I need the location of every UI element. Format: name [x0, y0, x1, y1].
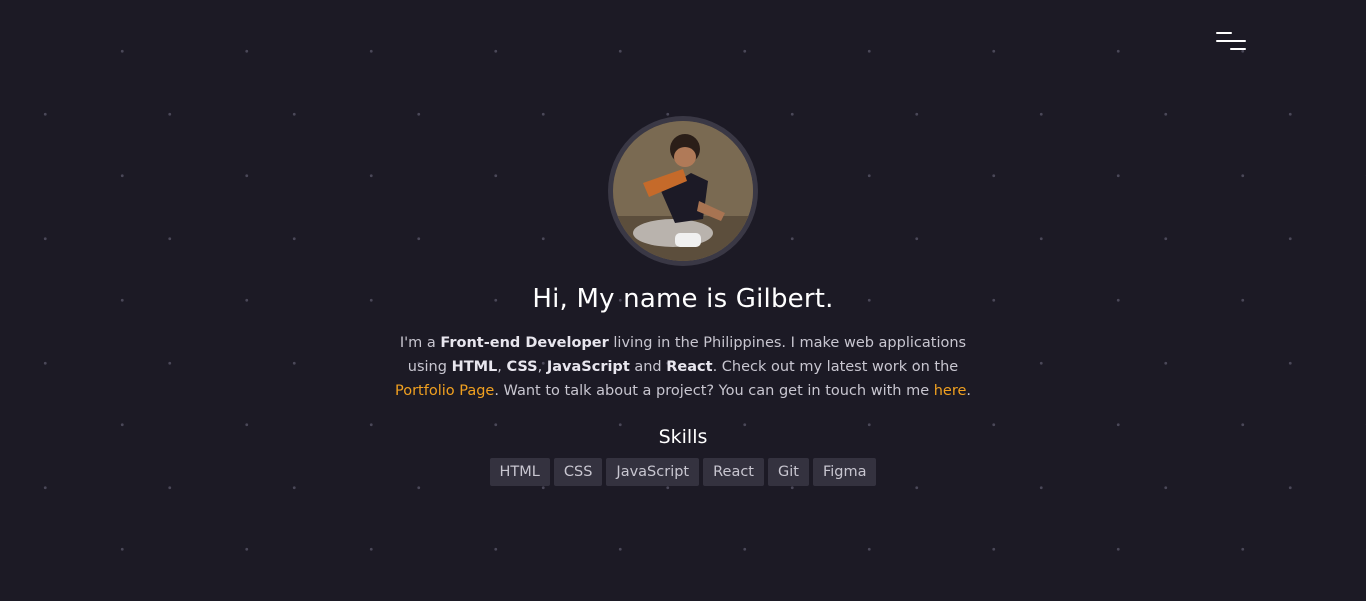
skill-tag-css: CSS — [553, 458, 603, 486]
portfolio-link[interactable]: Portfolio Page — [395, 383, 494, 399]
bio-text: I'm a — [399, 335, 441, 351]
contact-link[interactable]: here — [934, 383, 967, 399]
avatar — [613, 121, 753, 261]
avatar-photo — [613, 121, 753, 261]
skill-tag-figma: Figma — [812, 458, 877, 486]
bio-skill-react: React — [666, 359, 713, 375]
menu-bar-bottom — [1230, 48, 1246, 50]
bio-role: Front-end Developer — [440, 335, 609, 351]
bio-skill-html: HTML — [451, 359, 498, 375]
skill-tag-javascript: JavaScript — [606, 458, 700, 486]
skill-tag-react: React — [703, 458, 764, 486]
skill-tag-git: Git — [768, 458, 809, 486]
bio-text: . Check out my latest work on the — [712, 359, 959, 375]
page-title: Hi, My name is Gilbert. — [532, 284, 834, 314]
bio-skill-css: CSS — [506, 359, 538, 375]
bio-paragraph: I'm a Front-end Developer living in the … — [383, 331, 983, 403]
menu-bar-top — [1216, 32, 1232, 34]
bio-text: , — [537, 359, 547, 375]
avatar-ring — [608, 116, 758, 266]
hamburger-menu-icon[interactable] — [1214, 30, 1248, 54]
bio-text: . — [966, 383, 972, 399]
menu-bar-middle — [1216, 40, 1246, 42]
skills-heading: Skills — [658, 426, 708, 448]
bio-text: and — [629, 359, 667, 375]
skills-tag-list: HTML CSS JavaScript React Git Figma — [0, 458, 1366, 486]
bio-skill-javascript: JavaScript — [546, 359, 630, 375]
skill-tag-html: HTML — [489, 458, 550, 486]
bio-text: . Want to talk about a project? You can … — [494, 383, 934, 399]
